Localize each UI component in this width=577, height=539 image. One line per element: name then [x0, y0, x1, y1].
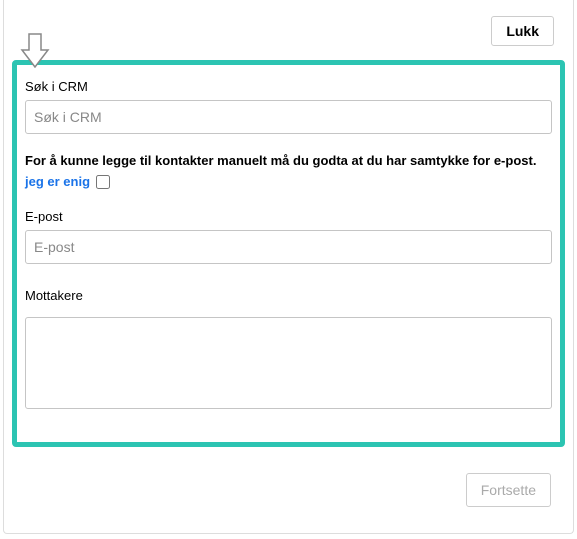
continue-button[interactable]: Fortsette — [466, 473, 551, 507]
consent-checkbox[interactable] — [96, 175, 110, 189]
search-crm-label: Søk i CRM — [25, 79, 552, 94]
search-crm-input[interactable] — [25, 100, 552, 134]
dialog-card: Lukk Søk i CRM For å kunne legge til kon… — [3, 0, 574, 534]
recipients-textarea[interactable] — [25, 317, 552, 409]
email-label: E-post — [25, 209, 552, 224]
highlighted-form-region: Søk i CRM For å kunne legge til kontakte… — [12, 60, 565, 447]
consent-section: For å kunne legge til kontakter manuelt … — [25, 152, 552, 191]
pointer-arrow-icon — [20, 32, 50, 68]
recipients-section: Mottakere — [25, 288, 552, 412]
consent-message: For å kunne legge til kontakter manuelt … — [25, 152, 552, 170]
email-input[interactable] — [25, 230, 552, 264]
agree-link[interactable]: jeg er enig — [25, 173, 90, 191]
email-section: E-post — [25, 209, 552, 264]
close-button[interactable]: Lukk — [491, 16, 554, 46]
recipients-label: Mottakere — [25, 288, 552, 303]
